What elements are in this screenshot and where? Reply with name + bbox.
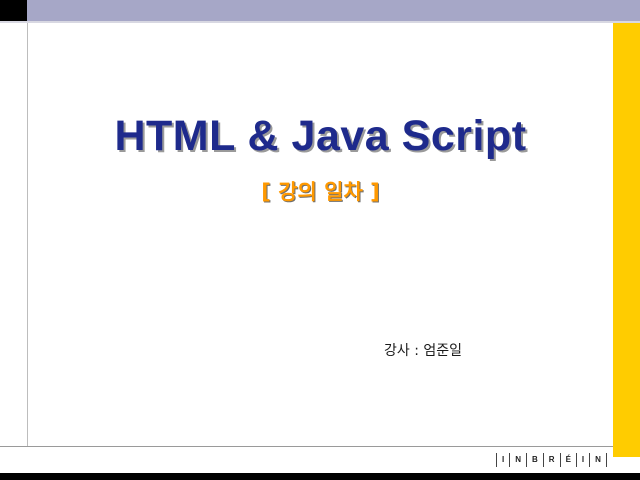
bottom-divider — [0, 446, 613, 447]
slide-subtitle: [ 강의 일차 ] — [261, 180, 380, 204]
logo-letter: É — [559, 453, 576, 467]
logo-letter: R — [542, 453, 560, 467]
slide-title: HTML & Java Script — [114, 112, 527, 160]
top-left-corner-block — [0, 0, 27, 21]
logo-letter: N — [509, 453, 526, 467]
top-divider — [0, 21, 640, 23]
right-accent-band — [613, 23, 640, 457]
top-header-bar — [0, 0, 640, 21]
logo-letter: B — [526, 453, 543, 467]
left-margin-rule — [27, 23, 28, 446]
bottom-footer-bar — [0, 473, 640, 480]
inbrein-logo: I N B R É I N — [496, 452, 607, 468]
instructor-label: 강사 : 엄준일 — [384, 343, 463, 359]
logo-letter: N — [589, 453, 607, 467]
logo-letter: I — [575, 453, 589, 467]
logo-letter: I — [496, 453, 509, 467]
